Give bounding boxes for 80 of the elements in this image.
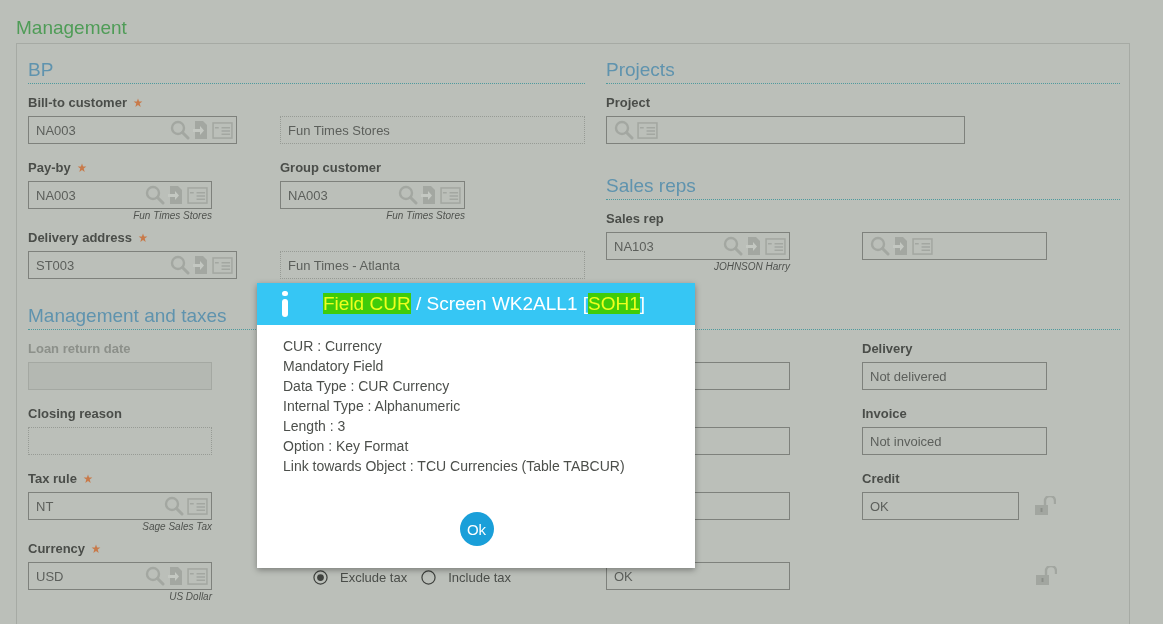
detail-card-icon[interactable] <box>212 256 233 274</box>
document-arrow-icon[interactable] <box>893 236 909 256</box>
input-field[interactable]: USD <box>28 562 212 590</box>
detail-card-icon[interactable] <box>440 186 461 204</box>
document-arrow-icon[interactable] <box>421 185 437 205</box>
search-icon[interactable] <box>145 185 165 205</box>
input-field[interactable]: Not delivered <box>862 362 1047 390</box>
field-label: Project <box>606 95 651 111</box>
info-line: Length : 3 <box>283 417 347 436</box>
input-field[interactable]: ST003 <box>28 251 237 279</box>
required-icon <box>91 544 102 554</box>
display-field: Fun Times - Atlanta <box>280 251 585 279</box>
search-icon[interactable] <box>170 120 190 140</box>
detail-card-icon[interactable] <box>212 121 233 139</box>
field-label: Pay-by <box>28 160 71 176</box>
unlocked-padlock-icon[interactable] <box>1034 496 1056 516</box>
info-line: Link towards Object : TCU Currencies (Table TABCUR) <box>283 457 626 476</box>
input-field[interactable]: Not invoiced <box>862 427 1047 455</box>
page-title: Management <box>16 16 127 40</box>
info-icon <box>281 291 289 317</box>
info-line: Option : Key Format <box>283 437 410 456</box>
search-icon[interactable] <box>723 236 743 256</box>
field-note: Sage Sales Tax <box>142 521 212 532</box>
field-note: US Dollar <box>169 591 212 602</box>
field-note: Fun Times Stores <box>133 210 212 221</box>
search-icon[interactable] <box>870 236 890 256</box>
input-field[interactable] <box>606 116 965 144</box>
section-title: Sales reps <box>606 174 1120 200</box>
document-arrow-icon[interactable] <box>193 120 209 140</box>
ok-button[interactable]: Ok <box>459 512 494 546</box>
field-label: Credit <box>862 471 900 487</box>
input-field[interactable]: NA003 <box>280 181 465 209</box>
input-field[interactable]: OK <box>862 492 1019 520</box>
section-title: Projects <box>606 58 1120 84</box>
required-icon <box>132 98 143 108</box>
detail-card-icon[interactable] <box>765 237 786 255</box>
radio-button[interactable] <box>313 569 328 585</box>
field-note: JOHNSON Harry <box>713 261 790 272</box>
radio-button[interactable] <box>421 569 437 585</box>
info-line: Data Type : CUR Currency <box>283 377 451 396</box>
info-line: Mandatory Field <box>283 357 385 376</box>
search-icon[interactable] <box>164 496 184 516</box>
field-label: Bill-to customer <box>28 95 127 111</box>
field-label: Sales rep <box>606 211 664 227</box>
required-icon <box>82 474 93 484</box>
input-field[interactable] <box>862 232 1047 260</box>
section-title: BP <box>28 58 585 84</box>
field-note: Fun Times Stores <box>386 210 465 221</box>
unlocked-padlock-icon[interactable] <box>1035 566 1057 586</box>
input-field[interactable]: NT <box>28 492 212 520</box>
input-field[interactable]: NA003 <box>28 181 212 209</box>
detail-card-icon[interactable] <box>187 497 208 515</box>
field-label: Tax rule <box>28 471 77 487</box>
required-icon <box>76 163 87 173</box>
required-icon <box>138 233 149 243</box>
input-field[interactable]: NA003 <box>28 116 237 144</box>
detail-card-icon[interactable] <box>637 121 658 139</box>
detail-card-icon[interactable] <box>187 567 208 585</box>
search-icon[interactable] <box>145 566 165 586</box>
document-arrow-icon[interactable] <box>193 255 209 275</box>
info-line: Internal Type : Alphanumeric <box>283 397 462 416</box>
field-label: Closing reason <box>28 406 122 422</box>
search-icon[interactable] <box>614 120 634 140</box>
document-arrow-icon[interactable] <box>168 566 184 586</box>
field-label: Delivery <box>862 341 913 357</box>
search-icon[interactable] <box>170 255 190 275</box>
detail-card-icon[interactable] <box>187 186 208 204</box>
document-arrow-icon[interactable] <box>746 236 762 256</box>
search-icon[interactable] <box>398 185 418 205</box>
input-field[interactable]: NA103 <box>606 232 790 260</box>
field-label: Currency <box>28 541 86 557</box>
info-line: CUR : Currency <box>283 337 383 356</box>
field-label: Group customer <box>280 160 382 176</box>
field-label: Delivery address <box>28 230 133 246</box>
radio-label: Include tax <box>448 569 512 585</box>
radio-label: Exclude tax <box>340 569 408 585</box>
detail-card-icon[interactable] <box>912 237 933 255</box>
display-field: Fun Times Stores <box>280 116 585 144</box>
document-arrow-icon[interactable] <box>168 185 184 205</box>
field-label: Invoice <box>862 406 907 422</box>
